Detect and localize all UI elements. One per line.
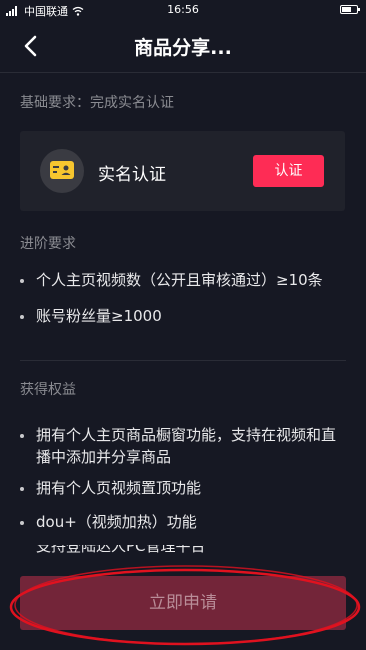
section-divider: [20, 360, 346, 361]
verification-card: 实名认证 认证: [20, 131, 345, 211]
benefits-heading: 获得权益: [20, 382, 76, 398]
advanced-requirements-heading: 进阶要求: [20, 236, 76, 252]
list-item-text: 支持登陆达人PC管理平台: [36, 545, 206, 555]
apply-now-button[interactable]: 立即申请: [20, 576, 346, 630]
nav-divider: [0, 72, 366, 73]
battery-level: [342, 7, 351, 12]
id-card-icon: [40, 149, 84, 193]
status-time: 16:56: [167, 3, 199, 16]
page-title: 商品分享...: [134, 37, 232, 59]
nav-bar: 商品分享...: [0, 20, 366, 72]
list-item: 个人主页视频数（公开且审核通过）≥10条: [20, 269, 346, 291]
list-item: 账号粉丝量≥1000: [20, 305, 346, 327]
bottom-action-bar: 立即申请: [0, 560, 366, 650]
battery-icon: [340, 5, 360, 14]
list-item: 支持登陆达人PC管理平台: [20, 545, 346, 555]
list-item: 拥有个人主页商品橱窗功能，支持在视频和直播中添加并分享商品: [20, 424, 346, 468]
list-item: dou+（视频加热）功能: [20, 511, 346, 533]
verify-button[interactable]: 认证: [253, 155, 324, 187]
basic-requirement-label: 基础要求：完成实名认证: [20, 95, 174, 111]
verification-label: 实名认证: [98, 165, 166, 185]
list-item: 拥有个人页视频置顶功能: [20, 477, 346, 499]
status-bar: 中国联通 16:56: [0, 0, 366, 20]
